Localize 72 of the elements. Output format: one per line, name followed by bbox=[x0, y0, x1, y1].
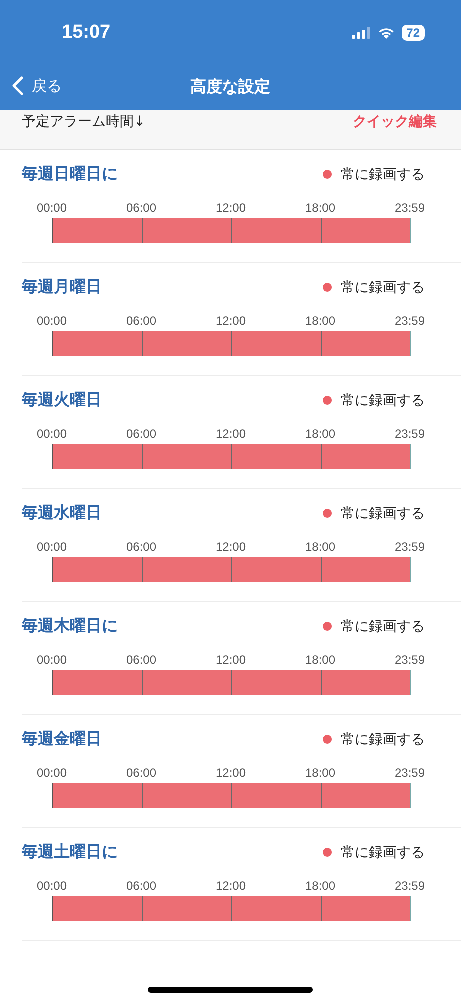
legend-dot-icon bbox=[323, 170, 332, 179]
legend-label: 常に録画する bbox=[341, 730, 425, 748]
day-title: 毎週月曜日 bbox=[22, 277, 102, 298]
sort-button[interactable]: 予定アラーム時間↓ bbox=[22, 113, 146, 131]
time-tick-label: 06:00 bbox=[125, 314, 158, 328]
day-title: 毎週火曜日 bbox=[22, 390, 102, 411]
time-tick-label: 23:59 bbox=[394, 766, 426, 780]
time-tick-label: 00:00 bbox=[36, 540, 68, 554]
time-tick-label: 23:59 bbox=[394, 540, 426, 554]
wifi-icon bbox=[378, 26, 395, 38]
time-tick-label: 00:00 bbox=[36, 766, 68, 780]
time-tick-label: 00:00 bbox=[36, 653, 68, 667]
legend-dot-icon bbox=[323, 622, 332, 631]
time-tick-label: 00:00 bbox=[36, 879, 68, 893]
time-tick-label: 23:59 bbox=[394, 201, 426, 215]
schedule-bar[interactable] bbox=[52, 331, 411, 356]
schedule-bar[interactable] bbox=[52, 670, 411, 695]
chevron-left-icon bbox=[12, 76, 24, 96]
time-tick-label: 12:00 bbox=[214, 201, 248, 215]
schedule-bar[interactable] bbox=[52, 896, 411, 921]
signal-icon bbox=[352, 26, 371, 38]
time-tick-label: 18:00 bbox=[304, 427, 337, 441]
quick-edit-link[interactable]: クイック編集 bbox=[353, 113, 437, 131]
legend-label: 常に録画する bbox=[341, 618, 425, 636]
day-title: 毎週土曜日に bbox=[22, 842, 118, 863]
battery-level: 72 bbox=[402, 24, 425, 40]
time-tick-label: 06:00 bbox=[125, 653, 158, 667]
schedule-bar[interactable] bbox=[52, 444, 411, 469]
time-tick-label: 12:00 bbox=[214, 314, 248, 328]
legend-label: 常に録画する bbox=[341, 844, 425, 862]
legend-dot-icon bbox=[323, 848, 332, 857]
time-tick-label: 06:00 bbox=[125, 540, 158, 554]
legend-dot-icon bbox=[323, 396, 332, 405]
legend-dot-icon bbox=[323, 735, 332, 744]
schedule-bar[interactable] bbox=[52, 557, 411, 582]
time-tick-label: 23:59 bbox=[394, 314, 426, 328]
day-title: 毎週木曜日に bbox=[22, 616, 118, 637]
time-tick-label: 00:00 bbox=[36, 314, 68, 328]
time-tick-label: 12:00 bbox=[214, 427, 248, 441]
time-tick-label: 12:00 bbox=[214, 653, 248, 667]
time-tick-label: 18:00 bbox=[304, 653, 337, 667]
time-tick-label: 12:00 bbox=[214, 540, 248, 554]
time-tick-label: 00:00 bbox=[36, 427, 68, 441]
legend-dot-icon bbox=[323, 283, 332, 292]
schedule-bar[interactable] bbox=[52, 783, 411, 808]
back-button[interactable]: 戻る bbox=[12, 76, 62, 96]
time-tick-label: 12:00 bbox=[214, 766, 248, 780]
time-tick-label: 18:00 bbox=[304, 540, 337, 554]
time-tick-label: 18:00 bbox=[304, 766, 337, 780]
day-title: 毎週日曜日に bbox=[22, 164, 118, 185]
legend-label: 常に録画する bbox=[341, 392, 425, 410]
time-tick-label: 23:59 bbox=[394, 653, 426, 667]
status-time: 15:07 bbox=[62, 22, 111, 44]
time-tick-label: 06:00 bbox=[125, 201, 158, 215]
time-tick-label: 00:00 bbox=[36, 201, 68, 215]
legend-label: 常に録画する bbox=[341, 504, 425, 522]
time-tick-label: 18:00 bbox=[304, 879, 337, 893]
page-title: 高度な設定 bbox=[190, 77, 270, 98]
legend-label: 常に録画する bbox=[341, 166, 425, 184]
schedule-bar[interactable] bbox=[52, 218, 411, 243]
time-tick-label: 23:59 bbox=[394, 427, 426, 441]
legend-label: 常に録画する bbox=[341, 278, 425, 296]
time-tick-label: 06:00 bbox=[125, 879, 158, 893]
time-tick-label: 12:00 bbox=[214, 879, 248, 893]
time-tick-label: 06:00 bbox=[125, 427, 158, 441]
legend-dot-icon bbox=[323, 509, 332, 518]
time-tick-label: 06:00 bbox=[125, 766, 158, 780]
time-tick-label: 23:59 bbox=[394, 879, 426, 893]
time-tick-label: 18:00 bbox=[304, 314, 337, 328]
day-title: 毎週水曜日 bbox=[22, 503, 102, 524]
time-tick-label: 18:00 bbox=[304, 201, 337, 215]
day-title: 毎週金曜日 bbox=[22, 729, 102, 750]
